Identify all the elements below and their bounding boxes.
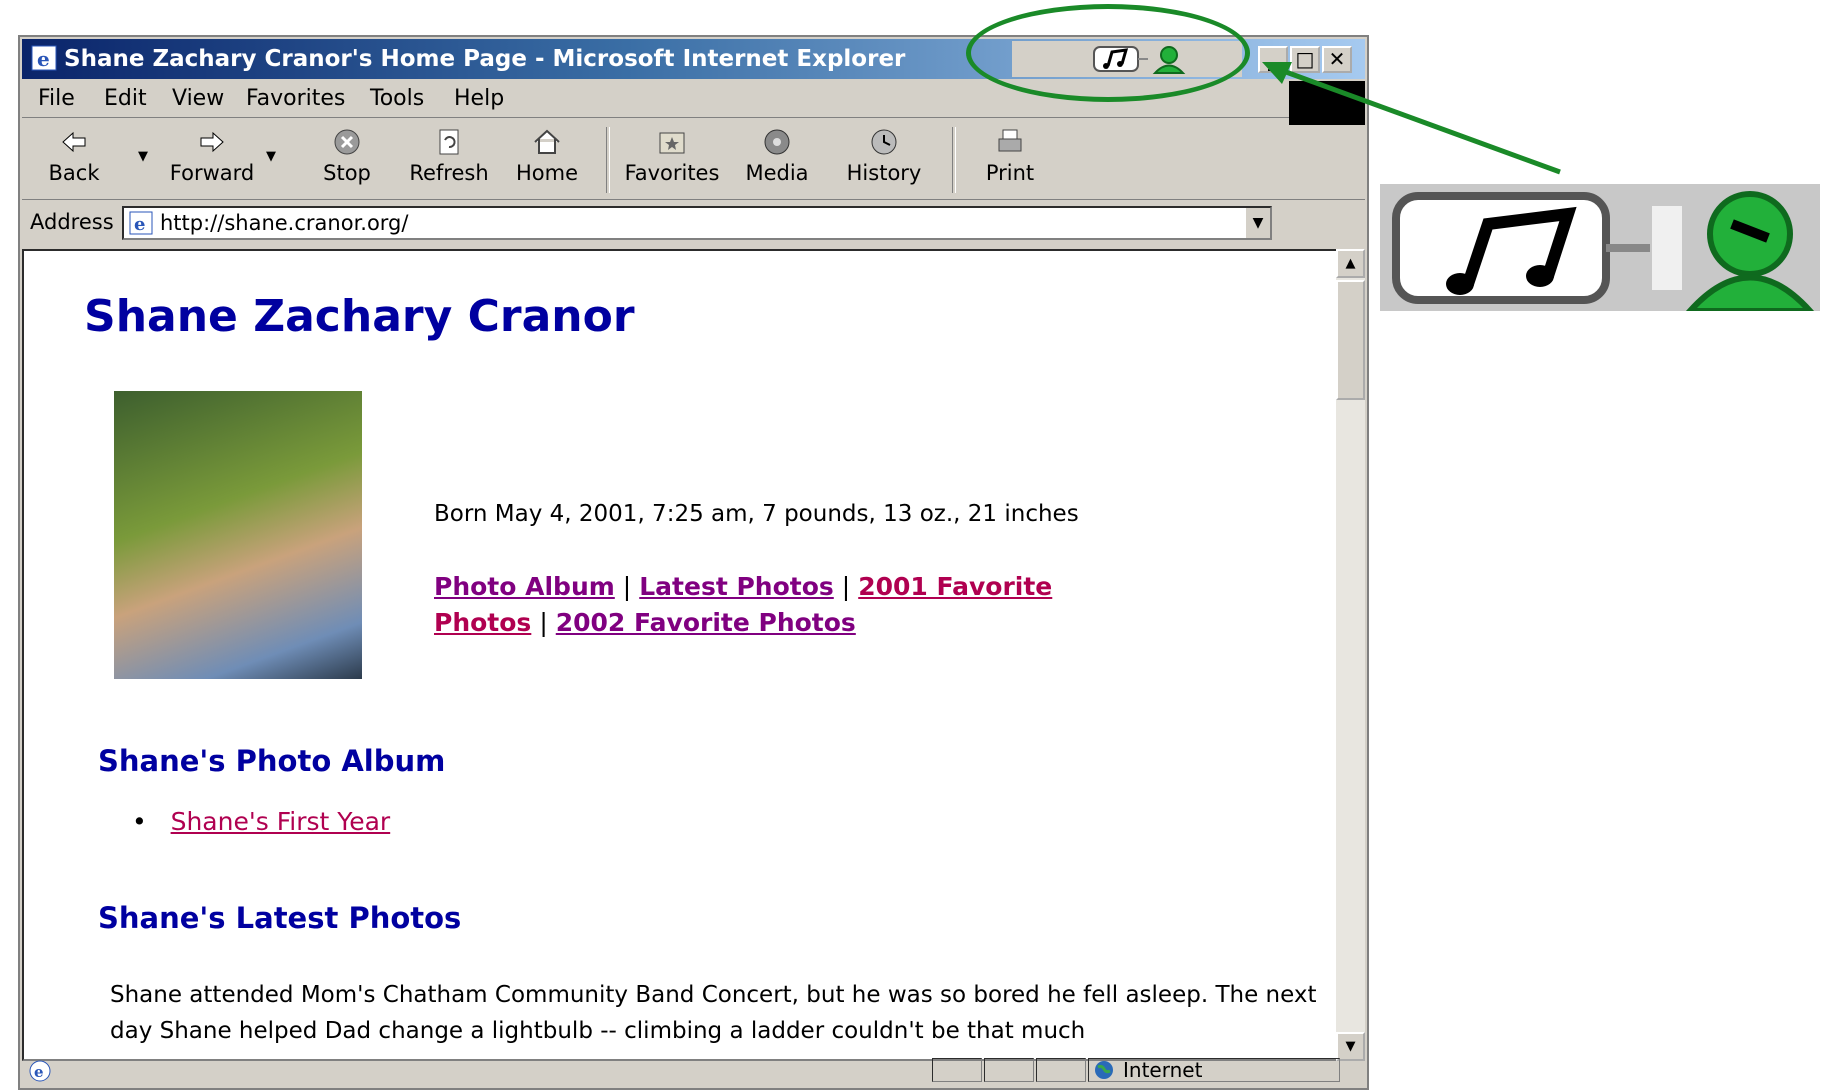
status-pane xyxy=(932,1058,982,1082)
window-title: Shane Zachary Cranor's Home Page - Micro… xyxy=(64,46,906,72)
maximize-icon[interactable]: □ xyxy=(1290,46,1320,73)
toolbar: Back ▼ Forward ▼ Stop Refresh Home Favor… xyxy=(22,119,1365,200)
menu-help[interactable]: Help xyxy=(454,86,504,111)
menu-view[interactable]: View xyxy=(172,86,224,111)
history-button[interactable]: History xyxy=(834,119,934,197)
minimize-icon[interactable]: _ xyxy=(1258,46,1288,73)
page-content: Shane Zachary Cranor Born May 4, 2001, 7… xyxy=(22,249,1340,1061)
media-button[interactable]: Media xyxy=(742,119,812,197)
stop-icon xyxy=(334,129,360,155)
zone-pane: Internet xyxy=(1088,1058,1340,1082)
birth-info: Born May 4, 2001, 7:25 am, 7 pounds, 13 … xyxy=(434,501,1079,527)
menu-edit[interactable]: Edit xyxy=(104,86,147,111)
child-photo xyxy=(114,391,362,679)
address-input[interactable]: e http://shane.cranor.org/ ▼ xyxy=(122,206,1272,240)
zone-label: Internet xyxy=(1123,1058,1203,1082)
section-latest-photos: Shane's Latest Photos xyxy=(98,901,462,935)
print-icon xyxy=(998,129,1022,152)
browser-window: e Shane Zachary Cranor's Home Page - Mic… xyxy=(18,35,1369,1090)
list-item: • Shane's First Year xyxy=(132,807,391,836)
scroll-thumb[interactable] xyxy=(1336,280,1365,400)
page-heading: Shane Zachary Cranor xyxy=(84,291,635,342)
green-person-icon xyxy=(1685,191,1815,311)
address-dropdown-icon[interactable]: ▼ xyxy=(1244,208,1270,238)
zoomed-privacy-icons xyxy=(1380,184,1820,311)
favorites-icon xyxy=(659,132,685,154)
menu-tools[interactable]: Tools xyxy=(370,86,424,111)
toolbar-separator xyxy=(606,127,610,193)
section-photo-album: Shane's Photo Album xyxy=(98,744,446,778)
back-button[interactable]: Back xyxy=(34,119,114,197)
home-icon xyxy=(534,129,560,154)
forward-dropdown[interactable]: ▼ xyxy=(266,149,276,164)
menu-favorites[interactable]: Favorites xyxy=(246,86,345,111)
address-url[interactable]: http://shane.cranor.org/ xyxy=(160,211,408,235)
close-icon[interactable]: ✕ xyxy=(1322,46,1352,73)
svg-text:e: e xyxy=(134,214,145,235)
back-icon xyxy=(62,131,86,153)
link-photo-album[interactable]: Photo Album xyxy=(434,572,615,601)
page-status-icon: e xyxy=(29,1060,51,1082)
back-dropdown[interactable]: ▼ xyxy=(138,149,148,164)
ie-icon: e xyxy=(31,45,57,71)
status-bar: e Internet xyxy=(22,1056,1365,1086)
link-latest-photos[interactable]: Latest Photos xyxy=(639,572,834,601)
page-icon: e xyxy=(129,211,153,235)
refresh-button[interactable]: Refresh xyxy=(404,119,494,197)
scroll-up-icon[interactable]: ▲ xyxy=(1336,249,1365,278)
svg-text:e: e xyxy=(34,1063,44,1081)
globe-icon xyxy=(1095,1061,1113,1079)
link-2002-favorites[interactable]: 2002 Favorite Photos xyxy=(556,608,856,637)
latest-photos-text: Shane attended Mom's Chatham Community B… xyxy=(110,982,1317,1044)
refresh-icon xyxy=(439,129,459,155)
print-button[interactable]: Print xyxy=(970,119,1050,197)
forward-icon xyxy=(200,131,224,153)
status-pane xyxy=(984,1058,1034,1082)
menu-file[interactable]: File xyxy=(38,86,75,111)
forward-button[interactable]: Forward xyxy=(152,119,272,197)
status-pane xyxy=(1036,1058,1086,1082)
address-label: Address xyxy=(30,210,114,234)
music-notes-icon xyxy=(1392,192,1682,304)
vertical-scrollbar[interactable]: ▲ ▼ xyxy=(1336,249,1365,1061)
highlight-ellipse xyxy=(966,4,1250,102)
favorites-button[interactable]: Favorites xyxy=(622,119,722,197)
photo-links: Photo Album | Latest Photos | 2001 Favorite … xyxy=(434,572,1053,637)
address-bar: Address e http://shane.cranor.org/ ▼ xyxy=(22,202,1365,244)
toolbar-separator xyxy=(952,127,956,193)
link-first-year[interactable]: Shane's First Year xyxy=(171,807,391,836)
media-icon xyxy=(764,129,790,155)
home-button[interactable]: Home xyxy=(512,119,582,197)
history-icon xyxy=(871,129,897,155)
stop-button[interactable]: Stop xyxy=(312,119,382,197)
svg-text:e: e xyxy=(37,47,50,71)
